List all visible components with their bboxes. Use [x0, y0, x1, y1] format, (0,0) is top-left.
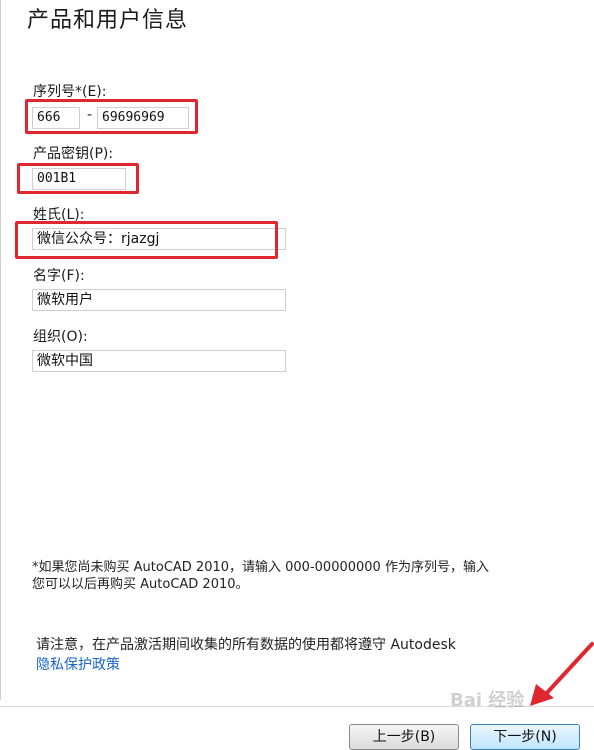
serial-label: 序列号*(E):	[33, 84, 107, 100]
privacy-policy-link[interactable]: 隐私保护政策	[36, 654, 120, 674]
product-key-label: 产品密钥(P):	[33, 146, 114, 162]
organization-label: 组织(O):	[33, 329, 88, 345]
organization-field[interactable]: 微软中国	[32, 350, 286, 372]
red-arrow-annotation	[530, 642, 594, 706]
serial-highlight-box	[25, 99, 198, 134]
back-button[interactable]: 上一步(B)	[349, 724, 459, 750]
serial-note-line2: 您可以以后再购买 AutoCAD 2010。	[32, 577, 249, 592]
first-name-field[interactable]: 微软用户	[32, 289, 286, 311]
baidu-watermark: Bai 经验	[450, 690, 525, 711]
dialog-left-border	[0, 0, 1, 700]
last-name-highlight-box	[15, 221, 278, 259]
page-title: 产品和用户信息	[27, 8, 189, 33]
next-button[interactable]: 下一步(N)	[470, 724, 580, 750]
product-key-highlight-box	[17, 163, 139, 194]
first-name-label: 名字(F):	[33, 268, 85, 284]
privacy-notice: 请注意，在产品激活期间收集的所有数据的使用都将遵守 Autodesk	[36, 637, 456, 653]
